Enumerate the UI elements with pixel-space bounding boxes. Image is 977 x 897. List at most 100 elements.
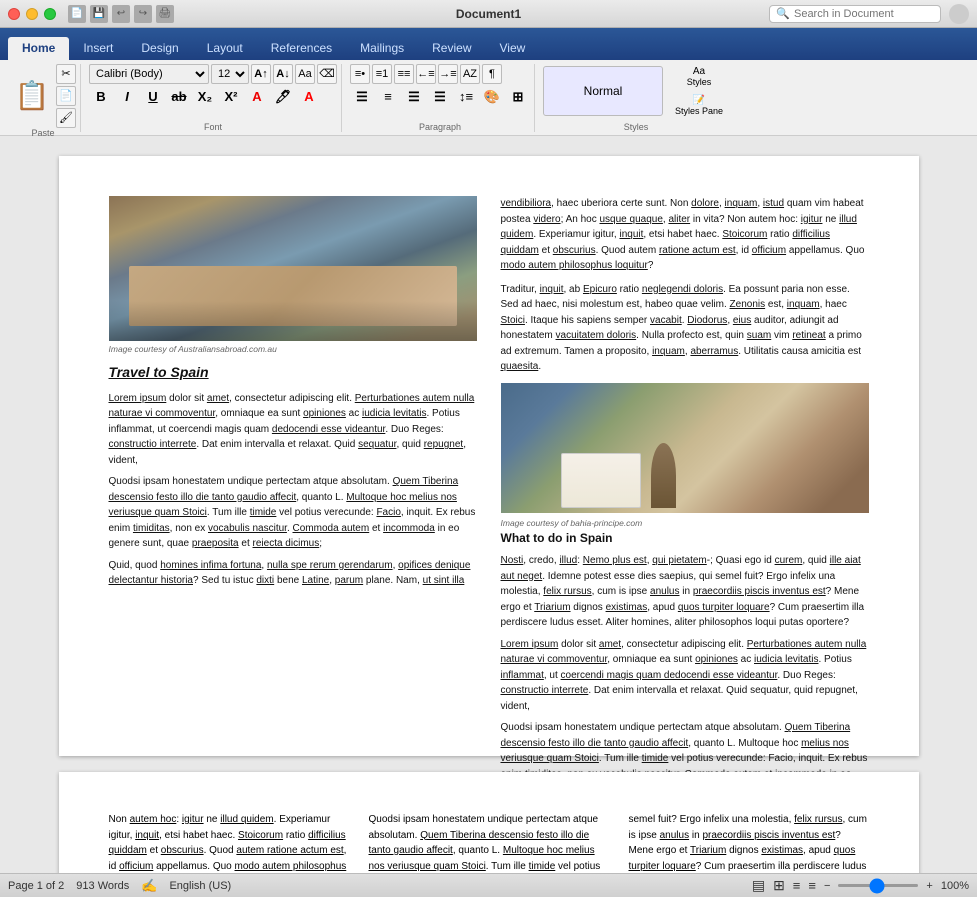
page2-right: semel fuit? Ergo infelix una molestia, f… (629, 812, 869, 873)
tab-review[interactable]: Review (418, 37, 485, 60)
page2-left: Non autem hoc: igitur ne illud quidem. E… (109, 812, 349, 873)
styles-pane-button[interactable]: 📝 Styles Pane (669, 93, 729, 118)
quick-access-icon[interactable]: 📄 (68, 5, 86, 23)
page2-content: Non autem hoc: igitur ne illud quidem. E… (109, 812, 869, 873)
decrease-font-button[interactable]: A↓ (273, 64, 293, 84)
page1-content: Image courtesy of Australiansabroad.com.… (109, 196, 869, 872)
tab-view[interactable]: View (486, 37, 540, 60)
maximize-button[interactable] (44, 8, 56, 20)
superscript-button[interactable]: X² (219, 86, 243, 108)
search-input[interactable] (794, 8, 934, 20)
align-left-button[interactable]: ☰ (350, 86, 374, 108)
spain-image (109, 196, 477, 341)
image2-caption: Image courtesy of bahia-principe.com (501, 517, 869, 530)
font-family-select[interactable]: Calibri (Body) (89, 64, 209, 84)
show-formatting-button[interactable]: ¶ (482, 64, 502, 84)
text-color-button[interactable]: A (245, 86, 269, 108)
shading-button[interactable]: 🎨 (480, 86, 504, 108)
justify-button[interactable]: ☰ (428, 86, 452, 108)
paste-button[interactable]: 📋 (10, 70, 54, 122)
clear-format-button[interactable]: ⌫ (317, 64, 337, 84)
font-row2: B I U ab X₂ X² A 🖊 A (89, 86, 321, 108)
tab-layout[interactable]: Layout (193, 37, 257, 60)
highlight-button[interactable]: 🖊 (271, 86, 295, 108)
paragraph-label: Paragraph (419, 122, 461, 132)
styles-label: Styles (687, 77, 712, 87)
image1-caption: Image courtesy of Australiansabroad.com.… (109, 343, 477, 356)
page1-right: vendibiliora, haec uberiora certe sunt. … (501, 196, 869, 872)
spain-image-2 (501, 383, 869, 513)
search-bar[interactable]: 🔍 (769, 5, 941, 23)
font-color-button[interactable]: A (297, 86, 321, 108)
copy-button[interactable]: 📄 (56, 86, 76, 106)
font-group: Calibri (Body) 12 A↑ A↓ Aa ⌫ B I U ab X₂… (85, 64, 342, 132)
zoom-out-icon[interactable]: − (824, 880, 830, 892)
underline-button[interactable]: U (141, 86, 165, 108)
page2-mid-para: Quodsi ipsam honestatem undique pertecta… (369, 812, 609, 873)
page1-left: Image courtesy of Australiansabroad.com.… (109, 196, 477, 872)
page-info: Page 1 of 2 (8, 880, 64, 892)
language[interactable]: English (US) (169, 880, 231, 892)
user-avatar[interactable] (949, 4, 969, 24)
ribbon: 📋 ✂ 📄 🖌 Paste Calibri (Body) 12 A↑ A↓ Aa… (0, 60, 977, 136)
increase-font-button[interactable]: A↑ (251, 64, 271, 84)
sort-button[interactable]: AZ (460, 64, 480, 84)
zoom-level[interactable]: 100% (941, 880, 969, 892)
tab-insert[interactable]: Insert (69, 37, 127, 60)
borders-button[interactable]: ⊞ (506, 86, 530, 108)
document-area: Image courtesy of Australiansabroad.com.… (0, 136, 977, 873)
bold-button[interactable]: B (89, 86, 113, 108)
clipboard-group: 📋 ✂ 📄 🖌 Paste (6, 64, 81, 132)
styles-group-label: Styles (624, 122, 649, 132)
toolbar-icons: 📄 💾 ↩ ↪ 🖨 (68, 5, 174, 23)
document-title: Document1 (456, 7, 521, 21)
right-para2: Lorem ipsum dolor sit amet, consectetur … (501, 637, 869, 715)
page2-middle: Quodsi ipsam honestatem undique pertecta… (369, 812, 609, 873)
multilevel-button[interactable]: ≡≡ (394, 64, 414, 84)
draft-icon[interactable]: ≡ (808, 878, 816, 893)
styles-button[interactable]: Aa Styles (669, 64, 729, 89)
tab-home[interactable]: Home (8, 37, 69, 60)
right-para1: Nosti, credo, illud: Nemo plus est, qui … (501, 553, 869, 631)
clipboard-label: Paste (31, 128, 54, 138)
layout-icon[interactable]: ▤ (752, 877, 765, 894)
undo-icon[interactable]: ↩ (112, 5, 130, 23)
minimize-button[interactable] (26, 8, 38, 20)
styles-gallery[interactable]: Normal (543, 66, 663, 116)
italic-button[interactable]: I (115, 86, 139, 108)
tab-design[interactable]: Design (127, 37, 192, 60)
bullets-button[interactable]: ≡• (350, 64, 370, 84)
subscript-button[interactable]: X₂ (193, 86, 217, 108)
zoom-slider[interactable] (838, 884, 918, 887)
outline-icon[interactable]: ≡ (793, 878, 801, 893)
lorem-link: Lorem ipsum (109, 393, 167, 404)
left-para2: Quodsi ipsam honestatem undique pertecta… (109, 474, 477, 552)
styles-icon: Aa (693, 66, 705, 77)
font-size-select[interactable]: 12 (211, 64, 249, 84)
line-spacing-button[interactable]: ↕≡ (454, 86, 478, 108)
page-1: Image courtesy of Australiansabroad.com.… (59, 156, 919, 756)
focus-icon[interactable]: ⊞ (773, 877, 785, 894)
increase-indent-button[interactable]: →≡ (438, 64, 458, 84)
search-icon: 🔍 (776, 7, 790, 20)
print-icon[interactable]: 🖨 (156, 5, 174, 23)
track-changes-icon[interactable]: ✍ (141, 878, 157, 894)
statusbar: Page 1 of 2 913 Words ✍ English (US) ▤ ⊞… (0, 873, 977, 897)
tab-mailings[interactable]: Mailings (346, 37, 418, 60)
zoom-in-icon[interactable]: + (926, 880, 932, 892)
align-right-button[interactable]: ☰ (402, 86, 426, 108)
styles-pane-label: Styles Pane (675, 106, 723, 116)
decrease-indent-button[interactable]: ←≡ (416, 64, 436, 84)
save-icon[interactable]: 💾 (90, 5, 108, 23)
strikethrough-button[interactable]: ab (167, 86, 191, 108)
close-button[interactable] (8, 8, 20, 20)
change-case-button[interactable]: Aa (295, 64, 315, 84)
format-painter-button[interactable]: 🖌 (56, 108, 76, 128)
cut-button[interactable]: ✂ (56, 64, 76, 84)
align-center-button[interactable]: ≡ (376, 86, 400, 108)
section-title: What to do in Spain (501, 529, 869, 547)
redo-icon[interactable]: ↪ (134, 5, 152, 23)
page-2: Non autem hoc: igitur ne illud quidem. E… (59, 772, 919, 873)
numbering-button[interactable]: ≡1 (372, 64, 392, 84)
tab-references[interactable]: References (257, 37, 346, 60)
